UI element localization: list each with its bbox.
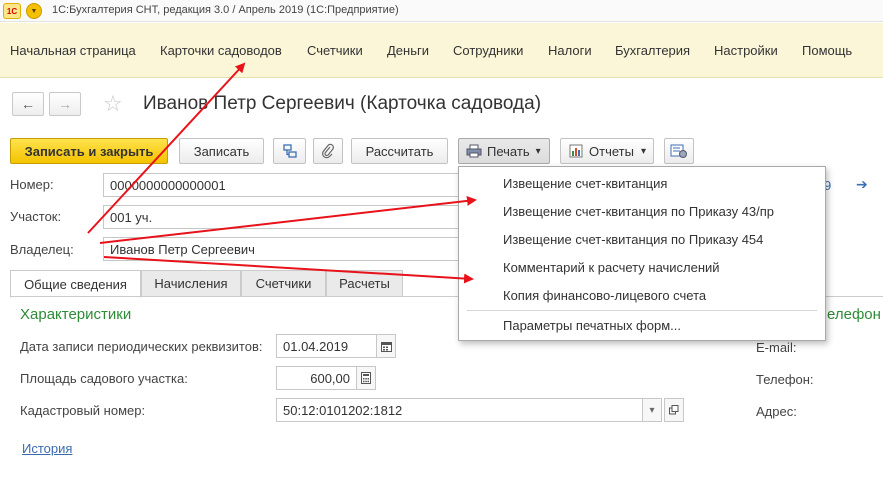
print-button[interactable]: Печать ▾ <box>458 138 550 164</box>
chevron-down-icon: ▾ <box>640 145 646 157</box>
section-gardener-cards[interactable]: Карточки садоводов <box>160 43 282 58</box>
open-right-arrow-icon[interactable]: ➔ <box>856 176 868 193</box>
print-menu-item-accrual-comment[interactable]: Комментарий к расчету начислений <box>503 260 720 275</box>
save-and-close-button[interactable]: Записать и закрыть <box>10 138 168 164</box>
page-title: Иванов Петр Сергеевич (Карточка садовода… <box>143 93 542 114</box>
printer-icon <box>466 144 482 158</box>
calculate-button[interactable]: Рассчитать <box>351 138 448 164</box>
area-label: Площадь садового участка: <box>20 371 188 386</box>
cadastral-field[interactable]: 50:12:0101202:1812 <box>276 398 643 422</box>
cadastral-label: Кадастровый номер: <box>20 403 146 418</box>
1c-logo-icon: 1С <box>3 3 21 19</box>
open-window-icon <box>669 405 679 415</box>
cadastral-dropdown-button[interactable]: ▾ <box>642 398 662 422</box>
print-menu-item-invoice-43[interactable]: Извещение счет-квитанция по Приказу 43/п… <box>503 204 774 219</box>
section-accounting[interactable]: Бухгалтерия <box>615 43 690 58</box>
section-settings[interactable]: Настройки <box>714 43 778 58</box>
section-meters[interactable]: Счетчики <box>307 43 363 58</box>
attach-files-button[interactable] <box>313 138 343 164</box>
structure-button[interactable] <box>273 138 306 164</box>
favorite-star-icon[interactable]: ☆ <box>103 92 123 116</box>
window-title: 1С:Бухгалтерия СНТ, редакция 3.0 / Апрел… <box>52 4 399 16</box>
calendar-icon <box>380 341 392 352</box>
main-menu-button[interactable]: ▼ <box>26 3 42 19</box>
calculator-icon <box>361 372 371 384</box>
date-label: Дата записи периодических реквизитов: <box>20 339 263 354</box>
section-help[interactable]: Помощь <box>802 43 852 58</box>
title-bar: 1С ▼ 1С:Бухгалтерия СНТ, редакция 3.0 / … <box>0 0 883 22</box>
number-label: Номер: <box>10 177 54 192</box>
cadastral-open-button[interactable] <box>664 398 684 422</box>
history-link[interactable]: История <box>22 441 72 456</box>
chevron-down-icon: ▾ <box>649 404 655 416</box>
print-menu-item-account-copy[interactable]: Копия финансово-лицевого счета <box>503 288 706 303</box>
tab-general[interactable]: Общие сведения <box>10 270 141 298</box>
tab-settlements[interactable]: Расчеты <box>326 270 403 297</box>
date-field[interactable]: 01.04.2019 <box>276 334 377 358</box>
address-label: Адрес: <box>756 404 797 419</box>
tab-strip: Общие сведения Начисления Счетчики Расче… <box>10 270 460 298</box>
calculator-button[interactable] <box>356 366 376 390</box>
menu-separator <box>467 310 817 311</box>
print-menu-item-settings[interactable]: Параметры печатных форм... <box>503 318 681 333</box>
document-structure-icon <box>282 144 297 158</box>
reports-button[interactable]: Отчеты ▾ <box>560 138 654 164</box>
form-settings-icon <box>670 144 687 158</box>
calendar-button[interactable] <box>376 334 396 358</box>
section-home[interactable]: Начальная страница <box>10 43 136 58</box>
phone-label: Телефон: <box>756 372 814 387</box>
forward-button[interactable]: → <box>49 92 81 116</box>
owner-field[interactable]: Иванов Петр Сергеевич <box>103 237 459 261</box>
number-field[interactable]: 0000000000000001 <box>103 173 459 197</box>
owner-label: Владелец: <box>10 242 74 257</box>
reports-button-label: Отчеты <box>589 143 634 159</box>
report-chart-icon <box>569 144 583 158</box>
print-menu-item-invoice-454[interactable]: Извещение счет-квитанция по Приказу 454 <box>503 232 763 247</box>
back-button[interactable]: ← <box>12 92 44 116</box>
email-label: E-mail: <box>756 340 797 355</box>
tab-accruals[interactable]: Начисления <box>141 270 241 297</box>
area-field[interactable]: 600,00 <box>276 366 357 390</box>
app-window: 1С ▼ 1С:Бухгалтерия СНТ, редакция 3.0 / … <box>0 0 883 491</box>
print-menu-item-invoice[interactable]: Извещение счет-квитанция <box>503 176 667 191</box>
chevron-down-icon: ▾ <box>535 145 541 157</box>
tab-meters[interactable]: Счетчики <box>241 270 326 297</box>
contacts-title: елефон <box>827 306 881 323</box>
plot-label: Участок: <box>10 209 62 224</box>
section-employees[interactable]: Сотрудники <box>453 43 523 58</box>
section-taxes[interactable]: Налоги <box>548 43 592 58</box>
save-button[interactable]: Записать <box>179 138 264 164</box>
arrow-right-icon: → <box>58 96 72 112</box>
more-actions-button[interactable] <box>664 138 694 164</box>
print-button-label: Печать <box>487 143 530 159</box>
arrow-left-icon: ← <box>21 96 35 112</box>
plot-field[interactable]: 001 уч. <box>103 205 459 229</box>
section-money[interactable]: Деньги <box>387 43 429 58</box>
sections-panel: Начальная страница Карточки садоводов Сч… <box>0 23 883 78</box>
characteristics-title: Характеристики <box>20 306 132 323</box>
paperclip-icon <box>322 143 334 159</box>
print-menu: Извещение счет-квитанция Извещение счет-… <box>458 166 826 341</box>
